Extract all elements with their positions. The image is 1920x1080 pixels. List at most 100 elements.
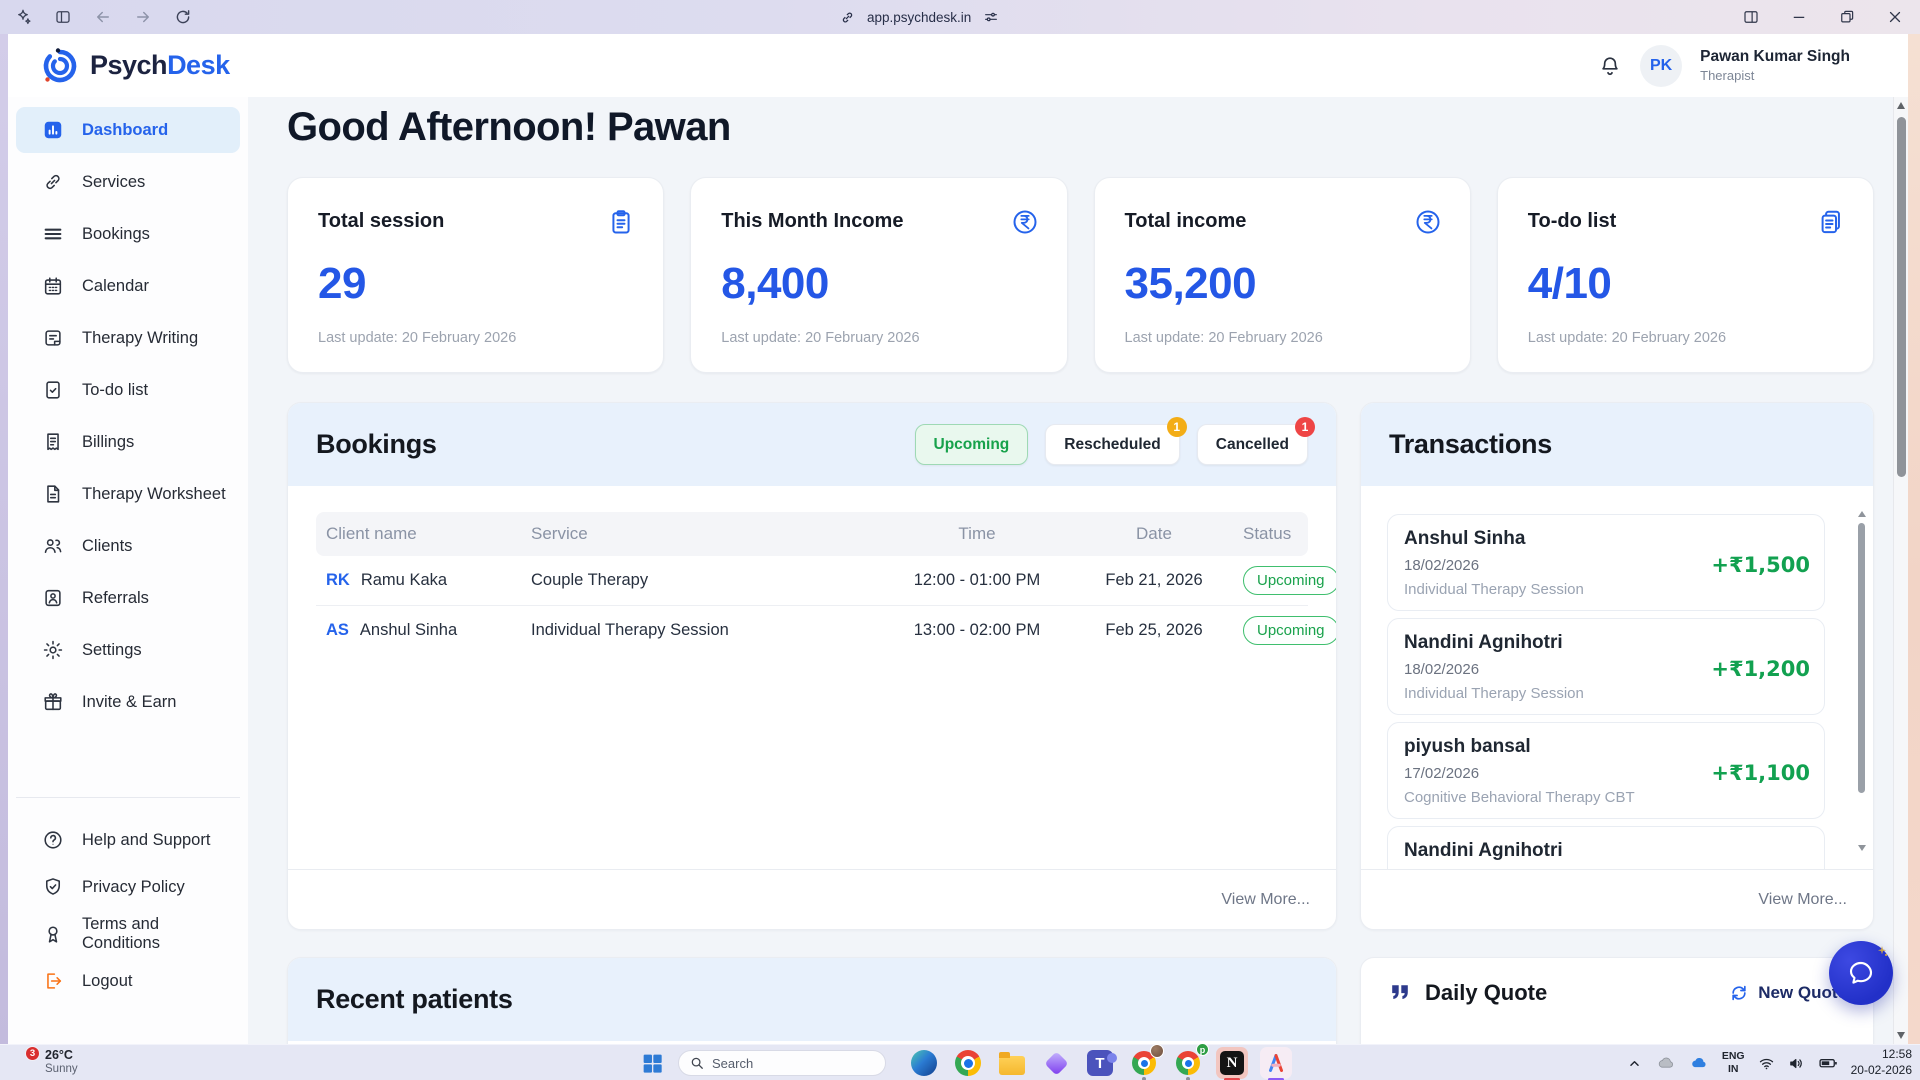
transactions-view-more-link[interactable]: View More... xyxy=(1758,891,1847,909)
stat-title: To-do list xyxy=(1528,210,1843,233)
weather-widget[interactable]: 3 26°C Sunny xyxy=(10,1048,78,1075)
page-scrollbar[interactable] xyxy=(1893,97,1908,1044)
daily-quote-panel: Daily Quote New Quote xyxy=(1360,957,1874,1044)
transaction-item[interactable]: Anshul Sinha18/02/2026Individual Therapy… xyxy=(1387,514,1825,611)
onedrive-icon[interactable] xyxy=(1689,1053,1709,1073)
transactions-scrollbar-thumb[interactable] xyxy=(1858,523,1865,793)
wifi-icon[interactable] xyxy=(1758,1055,1775,1072)
address-bar[interactable]: app.psychdesk.in xyxy=(840,0,999,34)
column-header-time: Time xyxy=(879,524,1075,544)
back-icon[interactable] xyxy=(94,8,112,26)
tune-icon[interactable] xyxy=(983,9,999,25)
sidebar-item-therapy-writing[interactable]: Therapy Writing xyxy=(16,315,240,361)
minimize-icon[interactable] xyxy=(1790,8,1808,26)
letter-a-app-icon[interactable] xyxy=(1260,1047,1292,1079)
sidebar-item-calendar[interactable]: Calendar xyxy=(16,263,240,309)
battery-icon[interactable] xyxy=(1818,1053,1838,1073)
scroll-down-arrow[interactable] xyxy=(1897,1032,1905,1039)
sidebar-footer-item-logout[interactable]: Logout xyxy=(16,959,240,1003)
link-icon xyxy=(840,10,855,25)
page-scrollbar-thumb[interactable] xyxy=(1897,117,1906,477)
volume-icon[interactable] xyxy=(1788,1055,1805,1072)
sidebar-item-referrals[interactable]: Referrals xyxy=(16,575,240,621)
search-placeholder: Search xyxy=(712,1056,753,1071)
user-avatar[interactable]: PK xyxy=(1640,45,1682,87)
transaction-amount: +₹1,100 xyxy=(1711,761,1810,785)
taskbar-search-input[interactable]: Search xyxy=(678,1050,886,1076)
calendar-icon xyxy=(42,275,64,297)
refresh-icon xyxy=(1729,983,1749,1003)
windows-start-icon[interactable] xyxy=(640,1051,665,1076)
transactions-scrollbar[interactable] xyxy=(1857,511,1867,851)
brand-logo[interactable]: PsychDesk xyxy=(8,46,230,86)
tab-count-badge: 1 xyxy=(1295,417,1315,437)
recent-patients-panel: Recent patients xyxy=(287,957,1337,1044)
app-header: PsychDesk PK Pawan Kumar Singh Therapist xyxy=(8,34,1908,97)
user-info[interactable]: Pawan Kumar Singh Therapist xyxy=(1700,48,1850,83)
extension-icon[interactable] xyxy=(14,8,32,26)
transactions-panel: Transactions Anshul Sinha18/02/2026Indiv… xyxy=(1360,402,1874,930)
notion-icon[interactable]: N xyxy=(1216,1047,1248,1079)
teams-icon[interactable]: T xyxy=(1084,1047,1116,1079)
date-cell: Feb 21, 2026 xyxy=(1075,571,1233,590)
sidebar-item-bookings[interactable]: Bookings xyxy=(16,211,240,257)
bookings-tab-cancelled[interactable]: Cancelled1 xyxy=(1197,424,1308,465)
sidebar-item-billings[interactable]: Billings xyxy=(16,419,240,465)
sidebar-footer-item-help-and-support[interactable]: Help and Support xyxy=(16,818,240,862)
restore-icon[interactable] xyxy=(1838,8,1856,26)
file-explorer-icon[interactable] xyxy=(996,1047,1028,1079)
forward-icon[interactable] xyxy=(134,8,152,26)
transaction-item[interactable]: Nandini Agnihotri18/02/2026Individual Th… xyxy=(1387,618,1825,715)
scroll-up-arrow[interactable] xyxy=(1897,102,1905,109)
tray-chevron-up-icon[interactable] xyxy=(1626,1055,1643,1072)
chat-fab-button[interactable] xyxy=(1829,941,1893,1005)
sidebar-item-to-do-list[interactable]: To-do list xyxy=(16,367,240,413)
weather-badge: 3 xyxy=(25,1046,40,1061)
doc-check-icon xyxy=(42,379,64,401)
sidebar-item-dashboard[interactable]: Dashboard xyxy=(16,107,240,153)
language-switcher[interactable]: ENG IN xyxy=(1722,1050,1745,1075)
sidebar-item-settings[interactable]: Settings xyxy=(16,627,240,673)
booking-row[interactable]: ASAnshul SinhaIndividual Therapy Session… xyxy=(316,605,1308,654)
chrome-icon[interactable] xyxy=(952,1047,984,1079)
transaction-service: Individual Therapy Session xyxy=(1404,581,1808,598)
transaction-name: Nandini Agnihotri xyxy=(1404,632,1808,654)
bookings-tab-upcoming[interactable]: Upcoming xyxy=(915,424,1029,465)
notifications-bell-icon[interactable] xyxy=(1598,54,1622,78)
booking-row[interactable]: RKRamu KakaCouple Therapy12:00 - 01:00 P… xyxy=(316,556,1308,605)
sidebar-toggle-icon[interactable] xyxy=(54,8,72,26)
user-name: Pawan Kumar Singh xyxy=(1700,48,1850,66)
weather-temp: 26°C xyxy=(45,1048,78,1062)
close-icon[interactable] xyxy=(1886,8,1904,26)
psychdesk-logo-icon xyxy=(40,46,80,86)
sidebar-item-clients[interactable]: Clients xyxy=(16,523,240,569)
sidebar-footer-item-privacy-policy[interactable]: Privacy Policy xyxy=(16,865,240,909)
chrome-profile-2-icon[interactable]: p xyxy=(1172,1047,1204,1079)
chrome-profile-1-icon[interactable] xyxy=(1128,1047,1160,1079)
bookings-view-more-link[interactable]: View More... xyxy=(1221,891,1310,909)
sidebar-item-therapy-worksheet[interactable]: Therapy Worksheet xyxy=(16,471,240,517)
sidebar-item-invite-earn[interactable]: Invite & Earn xyxy=(16,679,240,725)
reload-icon[interactable] xyxy=(174,8,192,26)
new-quote-button[interactable]: New Quote xyxy=(1729,983,1847,1003)
transaction-name: piyush bansal xyxy=(1404,736,1808,758)
transaction-item[interactable]: piyush bansal17/02/2026Cognitive Behavio… xyxy=(1387,722,1825,819)
sidebar-item-label: Referrals xyxy=(82,589,149,608)
split-screen-icon[interactable] xyxy=(1742,8,1760,26)
transaction-item[interactable]: Nandini Agnihotri xyxy=(1387,826,1825,869)
stat-card-total-income: Total income35,200Last update: 20 Februa… xyxy=(1094,177,1471,373)
clock-widget[interactable]: 12:58 20-02-2026 xyxy=(1851,1047,1912,1078)
tab-label: Cancelled xyxy=(1216,436,1289,454)
sidebar-item-services[interactable]: Services xyxy=(16,159,240,205)
sidebar-footer-item-terms-and-conditions[interactable]: Terms and Conditions xyxy=(16,912,240,956)
stat-value: 29 xyxy=(318,259,633,309)
bookings-tab-rescheduled[interactable]: Rescheduled1 xyxy=(1045,424,1179,465)
system-tray: ENG IN 12:58 20-02-2026 xyxy=(1626,1045,1912,1080)
sidebar-item-label: Logout xyxy=(82,972,132,991)
taskbar-apps: TpN xyxy=(902,1047,1298,1079)
purple-gem-icon[interactable] xyxy=(1040,1047,1072,1079)
weather-cloud-icon[interactable] xyxy=(1656,1053,1676,1073)
bookings-title: Bookings xyxy=(316,429,437,460)
question-icon xyxy=(42,829,64,851)
edge-icon[interactable] xyxy=(908,1047,940,1079)
